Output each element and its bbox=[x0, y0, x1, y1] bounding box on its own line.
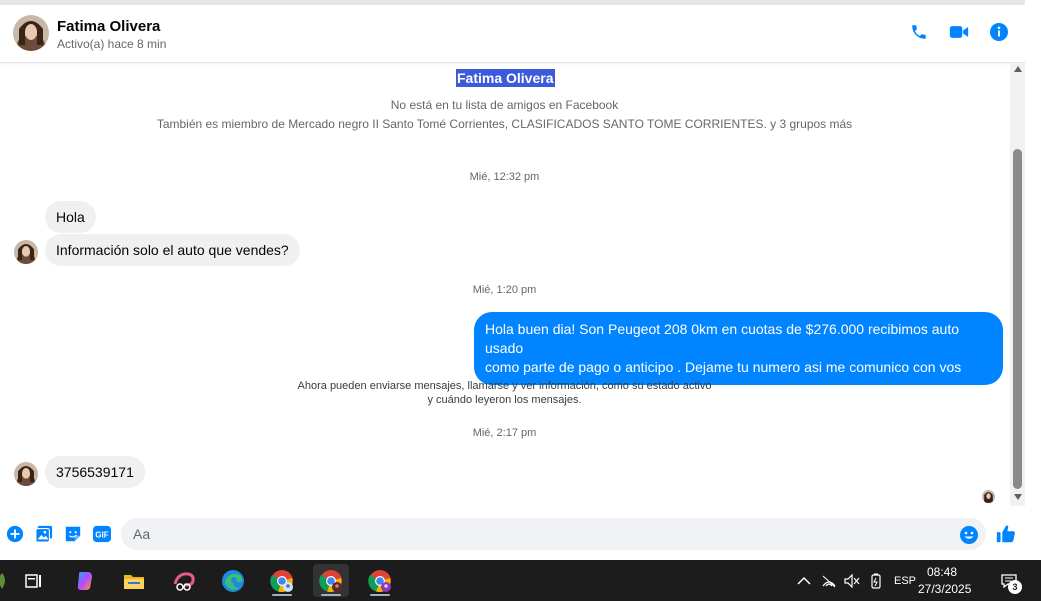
app-running-indicator bbox=[272, 594, 292, 596]
photo-icon[interactable] bbox=[34, 524, 54, 544]
snipping-tool-icon[interactable] bbox=[166, 564, 202, 597]
battery-icon[interactable] bbox=[866, 560, 886, 601]
scroll-up-arrow-icon[interactable] bbox=[1014, 66, 1022, 72]
task-view-icon[interactable] bbox=[16, 564, 52, 597]
contact-avatar[interactable] bbox=[13, 15, 49, 51]
window-edge bbox=[1025, 0, 1041, 560]
windows-taskbar: ESP 08:48 27/3/2025 3 bbox=[0, 560, 1041, 601]
timestamp: Mié, 2:17 pm bbox=[472, 427, 537, 439]
scrollbar-thumb[interactable] bbox=[1013, 149, 1022, 489]
contact-avatar-small[interactable] bbox=[14, 240, 38, 264]
privacy-notice-line: y cuándo leyeron los mensajes. bbox=[427, 394, 582, 406]
message-input[interactable] bbox=[121, 518, 986, 550]
file-explorer-icon[interactable] bbox=[116, 564, 152, 597]
incoming-message[interactable]: 3756539171 bbox=[45, 456, 145, 488]
outgoing-message[interactable]: Hola buen dia! Son Peugeot 208 0km en cu… bbox=[474, 312, 1003, 385]
volume-muted-icon[interactable] bbox=[842, 560, 862, 601]
edge-icon[interactable] bbox=[215, 564, 251, 597]
info-icon[interactable] bbox=[989, 22, 1009, 42]
copilot-icon[interactable] bbox=[67, 564, 103, 597]
chrome-profile-2-icon[interactable] bbox=[313, 564, 349, 597]
clock[interactable]: 08:48 27/3/2025 bbox=[918, 564, 972, 598]
clock-time: 08:48 bbox=[926, 565, 958, 579]
contact-name[interactable]: Fatima Olivera bbox=[57, 18, 160, 35]
emoji-icon[interactable] bbox=[959, 525, 979, 545]
seen-indicator-avatar bbox=[982, 490, 995, 503]
outgoing-message-line: como parte de pago o anticipo . Dejame t… bbox=[485, 359, 962, 375]
messenger-window: Fatima Olivera Activo(a) hace 8 min Fati… bbox=[0, 0, 1041, 601]
phone-icon[interactable] bbox=[909, 22, 929, 42]
clock-date: 27/3/2025 bbox=[918, 582, 972, 596]
app-running-indicator bbox=[370, 594, 390, 596]
gif-label: GIF bbox=[95, 531, 109, 540]
thumbs-up-icon[interactable] bbox=[995, 523, 1017, 545]
wifi-icon[interactable] bbox=[819, 560, 839, 601]
chrome-profile-1-icon[interactable] bbox=[264, 564, 300, 597]
incoming-message[interactable]: Hola bbox=[45, 201, 96, 233]
chevron-up-icon[interactable] bbox=[794, 560, 814, 601]
header-actions bbox=[909, 22, 1009, 42]
chat-header: Fatima Olivera Activo(a) hace 8 min bbox=[0, 0, 1025, 63]
plus-circle-icon[interactable] bbox=[5, 524, 25, 544]
input-language[interactable]: ESP bbox=[891, 560, 919, 601]
message-list[interactable]: Fatima Olivera No está en tu lista de am… bbox=[0, 63, 1009, 513]
app-running-indicator bbox=[321, 594, 341, 596]
contact-avatar-small[interactable] bbox=[14, 462, 38, 486]
sticker-icon[interactable] bbox=[63, 524, 83, 544]
intro-not-friend-notice: No está en tu lista de amigos en Faceboo… bbox=[390, 98, 619, 112]
incoming-message[interactable]: Información solo el auto que vendes? bbox=[45, 234, 300, 266]
timestamp: Mié, 1:20 pm bbox=[472, 284, 537, 296]
intro-contact-name: Fatima Olivera bbox=[456, 69, 555, 87]
chrome-profile-3-icon[interactable] bbox=[362, 564, 398, 597]
outgoing-message-line: Hola buen dia! Son Peugeot 208 0km en cu… bbox=[485, 321, 959, 356]
privacy-notice-line: Ahora pueden enviarse mensajes, llamarse… bbox=[297, 380, 712, 392]
widgets-icon[interactable] bbox=[0, 564, 14, 597]
timestamp: Mié, 12:32 pm bbox=[469, 171, 540, 183]
gif-icon[interactable]: GIF bbox=[91, 524, 113, 544]
message-composer: GIF bbox=[0, 513, 1025, 558]
notification-count-badge: 3 bbox=[1008, 580, 1022, 594]
video-camera-icon[interactable] bbox=[949, 22, 969, 42]
scroll-down-arrow-icon[interactable] bbox=[1014, 494, 1022, 500]
intro-groups-info: También es miembro de Mercado negro II S… bbox=[156, 117, 853, 131]
contact-status: Activo(a) hace 8 min bbox=[57, 37, 167, 51]
